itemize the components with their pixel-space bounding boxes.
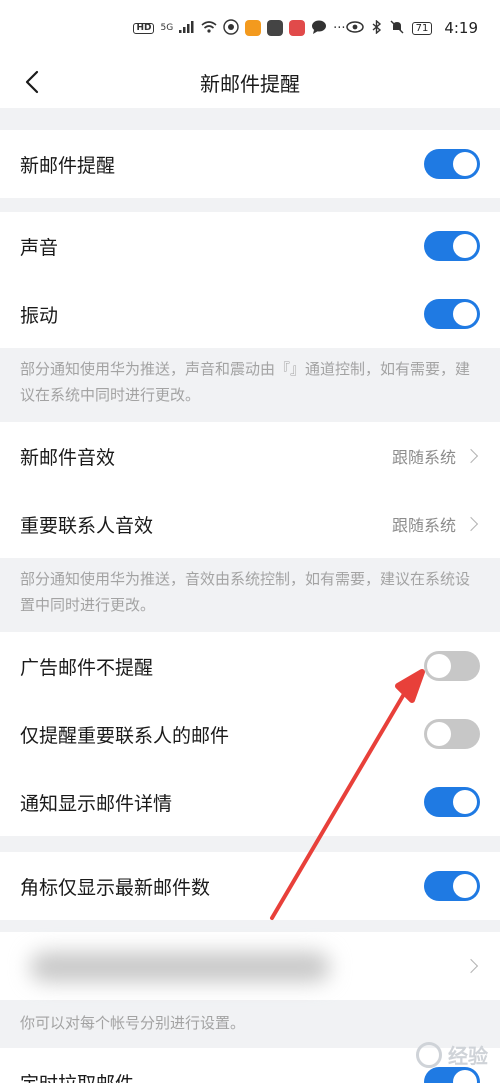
status-time: 4:19 [444,19,478,37]
row-label: 仅提醒重要联系人的邮件 [20,724,230,747]
sound-note: 部分通知使用华为推送，声音和震动由『』通道控制，如有需要，建议在系统中同时进行更… [20,360,471,404]
hd-badge: HD [133,22,155,34]
signal-icon [179,20,195,36]
row-label: 振动 [20,304,59,327]
battery-icon: 71 [411,21,433,35]
row-label: 通知显示邮件详情 [20,792,173,815]
status-bar: HD 5G ··· 71 4:19 [0,0,500,56]
row-label: 新邮件音效 [20,446,116,469]
chevron-right-icon [463,516,479,532]
row-badge-latest-count: 角标仅显示最新邮件数 [0,852,500,920]
back-button[interactable] [14,64,50,100]
back-chevron-icon [25,70,39,94]
scheduled-fetch-toggle[interactable] [424,1067,480,1083]
group-sound-vibrate: 声音 振动 [0,212,500,348]
effects-note: 部分通知使用华为推送，音效由系统控制，如有需要，建议在系统设置中同时进行更改。 [20,570,471,614]
row-label: 广告邮件不提醒 [20,656,154,679]
paw-logo-icon [416,1041,442,1068]
row-sound: 声音 [0,212,500,280]
row-label: 新邮件提醒 [20,154,116,177]
row-new-mail-reminder: 新邮件提醒 [0,130,500,198]
row-label: 重要联系人音效 [20,514,154,537]
row-label: 定时拉取邮件 [20,1069,134,1083]
chevron-right-icon [463,958,479,974]
chevron-right-icon [463,448,479,464]
group-badge: 角标仅显示最新邮件数 [0,852,500,920]
app-icon-red [289,20,306,36]
status-left-icons: HD 5G ··· [0,18,346,38]
page-title: 新邮件提醒 [200,71,300,96]
message-icon [311,20,327,37]
vibrate-toggle[interactable] [424,299,480,329]
row-label: 角标仅显示最新邮件数 [20,876,211,899]
app-icon-dark [267,20,284,36]
group-account [0,932,500,1000]
account-note: 你可以对每个帐号分别进行设置。 [20,1014,246,1032]
row-vibrate: 振动 [0,280,500,348]
watermark: 经验 [416,1040,488,1069]
app-icon-shield [223,18,239,38]
status-right-icons: 71 4:19 [345,18,478,37]
group-filters: 广告邮件不提醒 仅提醒重要联系人的邮件 通知显示邮件详情 [0,632,500,836]
ad-mail-no-remind-toggle[interactable] [424,651,480,681]
row-label: 声音 [20,236,59,259]
wifi-icon [201,20,217,36]
watermark-text: 经验 [448,1044,488,1068]
more-dots-icon: ··· [333,20,346,36]
row-account-blurred[interactable] [0,932,500,1000]
only-vip-contacts-toggle[interactable] [424,719,480,749]
blurred-account-name [30,952,330,982]
eye-icon [345,20,364,36]
badge-latest-count-toggle[interactable] [424,871,480,901]
row-new-mail-sound[interactable]: 新邮件音效 跟随系统 [0,422,500,490]
bluetooth-icon [372,18,382,37]
app-icon-orange [245,20,262,36]
new-mail-reminder-toggle[interactable] [424,149,480,179]
row-vip-contact-sound[interactable]: 重要联系人音效 跟随系统 [0,490,500,558]
row-only-vip-contacts: 仅提醒重要联系人的邮件 [0,700,500,768]
group-main: 新邮件提醒 [0,130,500,198]
row-value: 跟随系统 [391,448,456,467]
group-sound-effects: 新邮件音效 跟随系统 重要联系人音效 跟随系统 [0,422,500,558]
show-mail-details-toggle[interactable] [424,787,480,817]
nav-bar: 新邮件提醒 [0,56,500,108]
sound-toggle[interactable] [424,231,480,261]
mute-icon [390,20,404,37]
row-value: 跟随系统 [391,516,456,535]
row-ad-mail-no-remind: 广告邮件不提醒 [0,632,500,700]
network-type: 5G [160,22,174,33]
row-show-mail-details: 通知显示邮件详情 [0,768,500,836]
